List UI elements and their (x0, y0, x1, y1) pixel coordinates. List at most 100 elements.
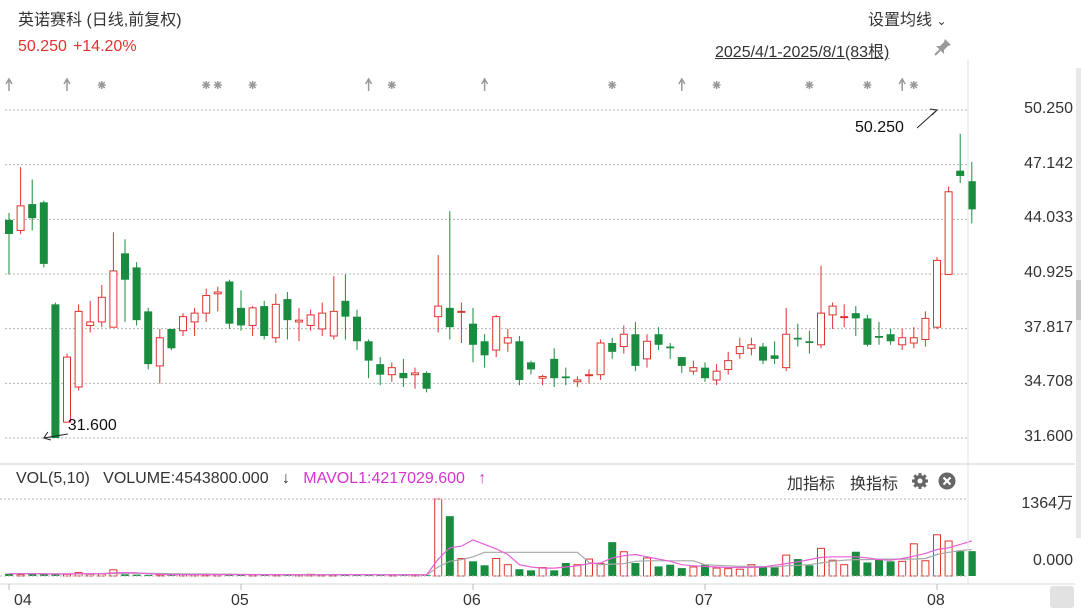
volume-bar-up (503, 564, 512, 577)
candle (933, 256, 941, 329)
candle-body-up (817, 312, 825, 346)
candle-body-up (909, 337, 918, 344)
candle (179, 313, 187, 336)
ma-setting-button[interactable]: 设置均线 ⌄ (868, 6, 947, 30)
candle-body-up (735, 346, 744, 355)
volume-bar-up (840, 564, 849, 577)
candle (5, 212, 13, 275)
candle-body-up (503, 337, 512, 344)
candle-body-down (28, 204, 37, 219)
price-change-line: 50.250 +14.20% (18, 38, 143, 56)
candle-body-up (387, 367, 396, 376)
volume-bar-up (585, 558, 593, 577)
candle (422, 371, 431, 393)
candle-body-down (666, 346, 675, 349)
annotation-arrowhead (929, 108, 939, 116)
candle (109, 232, 118, 328)
volume-bar-up (735, 568, 744, 577)
event-star-marker (608, 81, 617, 89)
date-tick-label: 06 (463, 592, 481, 609)
volume-bar-down (666, 564, 675, 576)
volume-bar-down (515, 569, 524, 576)
corner-button[interactable] (1050, 586, 1074, 608)
candle (237, 290, 245, 331)
kline-chart: 50.250 31.600 (0, 60, 1075, 590)
candle (712, 364, 721, 386)
candle (840, 304, 849, 328)
candle (190, 307, 199, 336)
candle-body-up (109, 270, 118, 328)
candle (202, 288, 211, 322)
candle (619, 325, 628, 354)
candle (724, 351, 733, 375)
candle (643, 334, 651, 368)
volume-bar-down (527, 570, 535, 576)
price-tick-label: 50.250 (1024, 100, 1073, 117)
candle-body-down (515, 341, 524, 380)
price-tick-label: 31.600 (1024, 428, 1073, 445)
candle-body-down (144, 311, 153, 365)
candle (225, 279, 234, 329)
candle-body-down (770, 355, 779, 359)
price-tick-label: 44.033 (1024, 209, 1073, 227)
annotation-arrowhead (43, 431, 51, 441)
volume-tick-label: 1364万 (1021, 495, 1073, 512)
last-price: 50.250 (18, 38, 67, 55)
candle-body-up (213, 291, 222, 295)
gear-icon[interactable] (911, 472, 929, 490)
candle-body-up (63, 356, 71, 423)
volume-bar-down (967, 551, 976, 576)
candle-body-down (283, 299, 292, 321)
candle (805, 330, 814, 354)
candle-body-down (364, 341, 373, 361)
close-icon[interactable] (938, 472, 956, 490)
pin-icon[interactable] (932, 36, 954, 58)
candle-body-up (724, 360, 733, 370)
date-range-link[interactable]: 2025/4/1-2025/8/1(83根) (715, 38, 889, 62)
scrollbar-thumb[interactable] (1076, 280, 1081, 320)
candle-body-down (654, 334, 663, 345)
candle-body-up (643, 340, 651, 360)
candle-body-down (527, 362, 535, 370)
event-markers (5, 77, 918, 91)
candle-body-up (840, 316, 849, 319)
volume-bar-down (759, 566, 767, 576)
event-up-marker (364, 77, 373, 91)
add-indicator-button[interactable]: 加指标 (787, 470, 835, 494)
event-up-marker (63, 77, 71, 91)
mavol2-line (9, 548, 972, 576)
ma-setting-label: 设置均线 (868, 12, 933, 29)
event-up-marker (480, 77, 489, 91)
candle-body-up (689, 367, 698, 372)
candle-body-down (39, 202, 48, 264)
annotation-label: 31.600 (68, 417, 117, 434)
volume-bar-down (863, 562, 872, 576)
candle-body-up (538, 375, 547, 379)
candle (213, 286, 222, 312)
candle (747, 337, 756, 356)
candle (97, 284, 106, 328)
change-percent: +14.20% (72, 38, 137, 55)
candle (503, 328, 512, 352)
candle-body-down (956, 170, 965, 176)
candle (248, 306, 257, 336)
stock-title: 英诺赛科 (日线,前复权) (18, 12, 182, 29)
candle (457, 302, 466, 344)
candle-body-down (677, 357, 686, 366)
change-indicator-button[interactable]: 换指标 (850, 470, 898, 494)
price-tick-label: 47.142 (1024, 154, 1073, 172)
candle-body-down (967, 181, 976, 210)
candle-body-up (898, 337, 907, 346)
candle (666, 343, 675, 359)
volume-bar-up (596, 563, 605, 577)
candle-body-up (155, 337, 164, 367)
volume-bar-down (851, 551, 860, 576)
candle (828, 302, 837, 329)
candle (155, 328, 164, 384)
candle-body-up (828, 305, 837, 316)
candle-body-down (875, 335, 883, 338)
candle (387, 362, 396, 382)
candle (654, 327, 663, 351)
candle (909, 327, 918, 349)
event-star-marker (863, 81, 872, 89)
